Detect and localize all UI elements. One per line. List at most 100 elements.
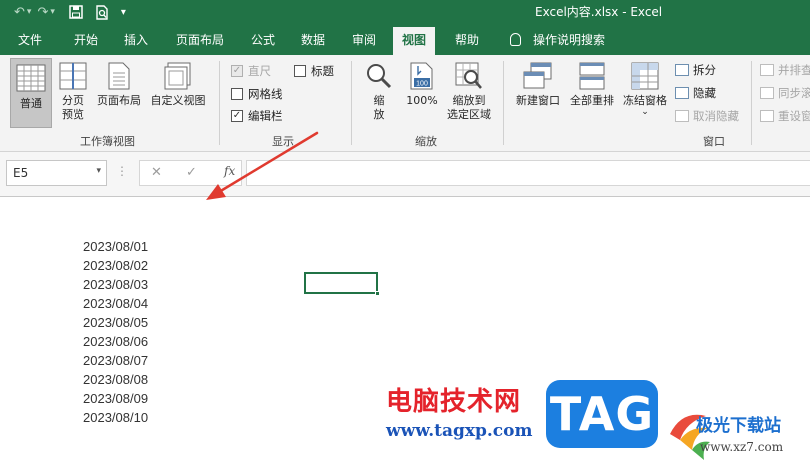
headings-checkbox[interactable]: 标题 [294, 63, 334, 79]
cell-date[interactable]: 2023/08/10 [83, 410, 148, 425]
undo-dropdown[interactable]: ▾ [27, 2, 32, 22]
cell-date[interactable]: 2023/08/05 [83, 315, 148, 330]
tab-view[interactable]: 视图 [393, 27, 436, 55]
reset-position-icon [760, 110, 774, 122]
cell-date[interactable]: 2023/08/06 [83, 334, 148, 349]
zoom-selection-label-2: 选定区域 [447, 108, 491, 121]
enter-icon[interactable]: ✓ [186, 165, 197, 180]
hide-icon [675, 87, 689, 99]
redo-icon: ↷ [37, 4, 49, 20]
arrange-all-button[interactable]: 全部重排 [566, 62, 618, 108]
cell-date[interactable]: 2023/08/02 [83, 258, 148, 273]
zoom-100-button[interactable]: 100 100% [402, 62, 442, 108]
separator [751, 61, 752, 145]
redo-dropdown[interactable]: ▾ [50, 2, 55, 22]
zoom-label-2: 放 [373, 108, 385, 121]
sync-scroll-icon [760, 87, 774, 99]
ribbon-tabs: 文件 开始 插入 页面布局 公式 数据 审阅 视图 帮助 操作说明搜索 [0, 24, 810, 55]
custom-views-label: 自定义视图 [150, 94, 206, 107]
tab-formulas[interactable]: 公式 [251, 31, 275, 48]
lightbulb-icon [510, 33, 521, 46]
cell-date[interactable]: 2023/08/01 [83, 239, 148, 254]
fill-handle[interactable] [375, 291, 380, 296]
custom-views-button[interactable]: 自定义视图 [146, 62, 210, 108]
unhide-icon [675, 110, 689, 122]
resize-handle-icon[interactable]: ⋮ [116, 164, 128, 178]
watermark-brand-url: www.tagxp.com [386, 421, 533, 441]
sync-scroll-label: 同步滚 [778, 86, 810, 100]
separator [219, 61, 220, 145]
name-box-dropdown-icon[interactable]: ▾ [96, 166, 101, 176]
split-button[interactable]: 拆分 [675, 62, 716, 78]
sync-scrolling-button[interactable]: 同步滚 [760, 85, 810, 101]
formula-buttons: ✕ ✓ fx [139, 160, 242, 186]
insert-function-icon[interactable]: fx [224, 164, 235, 178]
print-preview-button[interactable] [95, 2, 109, 22]
gridlines-checkbox[interactable]: 网格线 [231, 86, 283, 102]
quick-access-toolbar: ↶ ▾ ↷ ▾ ▾ [14, 2, 126, 22]
zoom-100-label: 100% [406, 94, 438, 107]
separator [503, 61, 504, 145]
cell-date[interactable]: 2023/08/07 [83, 353, 148, 368]
save-button[interactable] [69, 2, 83, 22]
cell-date[interactable]: 2023/08/03 [83, 277, 148, 292]
window-title: Excel内容.xlsx - Excel [535, 5, 663, 19]
zoom-to-selection-button[interactable]: 缩放到 选定区域 [444, 62, 494, 122]
watermark-site2-url: www.xz7.com [700, 440, 784, 454]
tab-page-layout[interactable]: 页面布局 [176, 31, 224, 48]
tab-review[interactable]: 审阅 [352, 31, 376, 48]
unhide-button[interactable]: 取消隐藏 [675, 108, 739, 124]
window-group-label: 窗口 [703, 135, 725, 148]
new-window-label: 新建窗口 [516, 94, 560, 107]
tab-help[interactable]: 帮助 [455, 31, 479, 48]
page-layout-view-button[interactable]: 页面布局 [93, 62, 145, 108]
hide-label: 隐藏 [693, 86, 716, 100]
split-icon [675, 64, 689, 76]
cancel-icon[interactable]: ✕ [151, 165, 162, 180]
name-box-value: E5 [13, 166, 29, 180]
cell-date[interactable]: 2023/08/04 [83, 296, 148, 311]
formula-bar-checkbox[interactable]: ✓ 编辑栏 [231, 108, 283, 124]
show-group-label: 显示 [272, 135, 294, 148]
headings-check-icon [294, 65, 306, 77]
new-window-button[interactable]: 新建窗口 [511, 62, 565, 108]
zoom-100-icon: 100 [402, 62, 442, 90]
hide-button[interactable]: 隐藏 [675, 85, 716, 101]
customize-qat-button[interactable]: ▾ [121, 2, 126, 22]
zoom-button[interactable]: 缩 放 [362, 62, 396, 122]
tab-data[interactable]: 数据 [301, 31, 325, 48]
active-cell-e5[interactable] [304, 272, 380, 296]
tab-file[interactable]: 文件 [18, 31, 42, 48]
save-icon [69, 5, 83, 19]
tell-me-search[interactable]: 操作说明搜索 [533, 31, 605, 48]
custom-views-icon [146, 62, 210, 90]
page-break-label-2: 预览 [62, 108, 84, 121]
page-break-preview-button[interactable]: 分页 预览 [55, 62, 91, 122]
new-window-icon [511, 62, 565, 90]
reset-position-button[interactable]: 重设窗 [760, 108, 810, 124]
split-label: 拆分 [693, 63, 716, 77]
tag-logo: TAG [546, 380, 658, 448]
tab-insert[interactable]: 插入 [124, 31, 148, 48]
cell-date[interactable]: 2023/08/09 [83, 391, 148, 406]
chevron-down-icon: ⌄ [641, 107, 649, 117]
headings-label: 标题 [311, 64, 334, 78]
workbook-views-group-label: 工作簿视图 [80, 135, 135, 148]
zoom-selection-label-1: 缩放到 [452, 94, 486, 107]
gridlines-check-icon [231, 88, 243, 100]
freeze-panes-button[interactable]: 冻结窗格 ⌄ [619, 62, 671, 117]
ruler-checkbox[interactable]: ✓ 直尺 [231, 63, 271, 79]
undo-button[interactable]: ↶ [14, 2, 25, 22]
cell-date[interactable]: 2023/08/08 [83, 372, 148, 387]
normal-view-button[interactable]: 普通 [10, 58, 52, 128]
view-side-by-side-button[interactable]: 并排查 [760, 62, 810, 78]
arrange-all-icon [566, 62, 618, 90]
page-break-label-1: 分页 [62, 94, 84, 107]
formula-input[interactable] [246, 160, 810, 186]
gridlines-label: 网格线 [248, 87, 283, 101]
redo-button[interactable]: ↷ [37, 2, 48, 22]
tab-home[interactable]: 开始 [74, 31, 98, 48]
name-box[interactable]: E5 ▾ [6, 160, 107, 186]
undo-icon: ↶ [14, 4, 25, 20]
normal-view-icon [11, 63, 51, 93]
